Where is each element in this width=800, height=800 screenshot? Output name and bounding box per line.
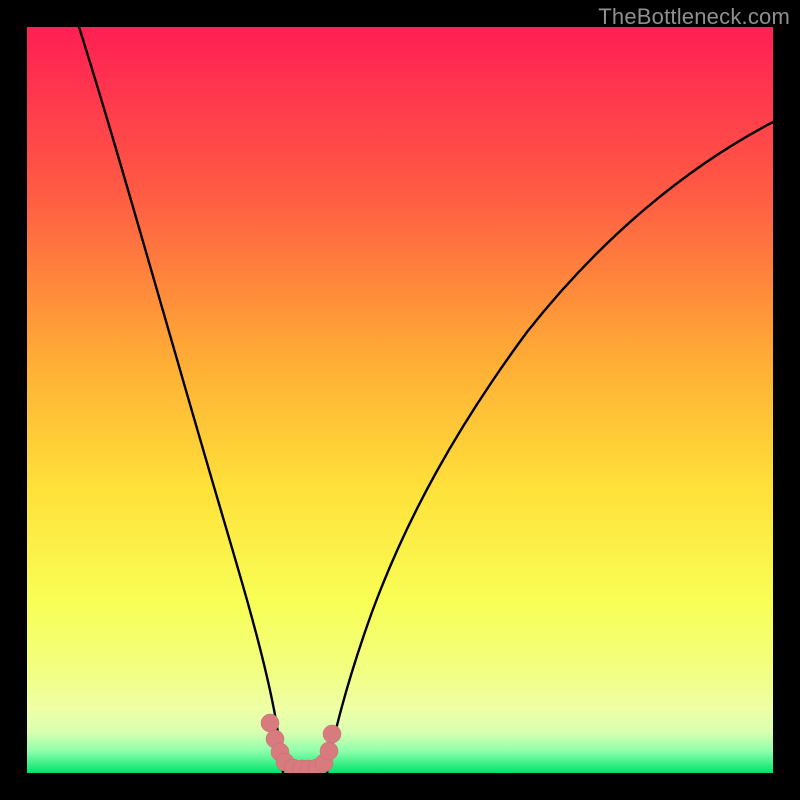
plot-area [27,27,773,773]
chart-frame: TheBottleneck.com [0,0,800,800]
chart-svg [27,27,773,773]
watermark-text: TheBottleneck.com [598,4,790,30]
chart-background [27,27,773,773]
